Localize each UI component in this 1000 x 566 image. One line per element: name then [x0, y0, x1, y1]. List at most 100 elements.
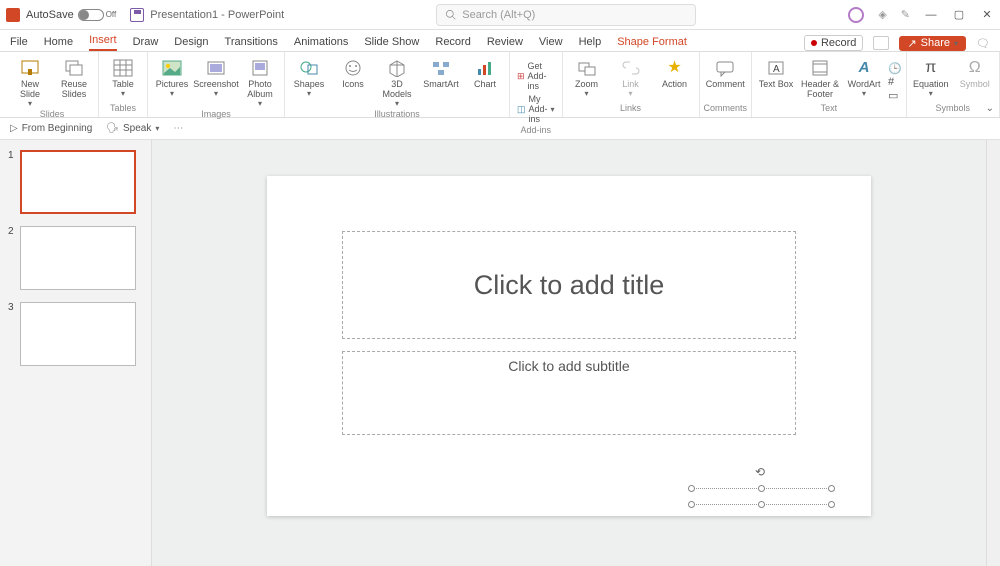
- search-input[interactable]: Search (Alt+Q): [436, 4, 696, 26]
- record-label: Record: [821, 37, 856, 49]
- link-button[interactable]: Link▾: [611, 58, 651, 99]
- action-button[interactable]: ★Action: [655, 58, 695, 90]
- reuse-slides-button[interactable]: Reuse Slides: [54, 58, 94, 100]
- shapes-button[interactable]: Shapes▾: [289, 58, 329, 99]
- slides-panel: 1 2 3: [0, 140, 152, 566]
- equation-button[interactable]: πEquation▾: [911, 58, 951, 99]
- slide-thumb-2[interactable]: 2: [8, 226, 143, 290]
- screenshot-button[interactable]: Screenshot▾: [196, 58, 236, 99]
- title-placeholder[interactable]: Click to add title: [342, 231, 796, 339]
- comments-toggle-icon[interactable]: [873, 36, 889, 50]
- comment-button[interactable]: Comment: [705, 58, 745, 90]
- addins-icon: ◫: [517, 104, 526, 115]
- my-addins-button[interactable]: ◫My Add-ins▾: [514, 93, 558, 125]
- document-title: Presentation1 - PowerPoint: [150, 9, 284, 21]
- autosave-state: Off: [106, 10, 117, 19]
- header-footer-button[interactable]: Header & Footer: [800, 58, 840, 100]
- speak-icon: 🗣: [106, 123, 119, 134]
- group-images: Pictures▾ Screenshot▾ Photo Album▾ Image…: [148, 52, 285, 117]
- object-icon[interactable]: ▭: [888, 89, 902, 102]
- photo-album-button[interactable]: Photo Album▾: [240, 58, 280, 109]
- wordart-button[interactable]: AWordArt▾: [844, 58, 884, 99]
- tab-review[interactable]: Review: [487, 36, 523, 51]
- vertical-scrollbar[interactable]: [986, 140, 1000, 566]
- resize-handle[interactable]: [828, 485, 835, 492]
- tab-record[interactable]: Record: [435, 36, 470, 51]
- resize-handle[interactable]: [688, 501, 695, 508]
- resize-handle[interactable]: [758, 501, 765, 508]
- icons-button[interactable]: Icons: [333, 58, 373, 90]
- tab-view[interactable]: View: [539, 36, 563, 51]
- resize-handle[interactable]: [828, 501, 835, 508]
- tab-insert[interactable]: Insert: [89, 34, 117, 51]
- play-icon: ▷: [10, 123, 18, 134]
- thumb-canvas: [20, 226, 136, 290]
- group-text: AText Box Header & Footer AWordArt▾ 🕒 # …: [752, 52, 907, 117]
- avatar-icon[interactable]: [848, 7, 864, 23]
- chart-button[interactable]: Chart: [465, 58, 505, 90]
- date-time-icon[interactable]: 🕒: [888, 62, 902, 75]
- minimize-button[interactable]: —: [924, 8, 938, 22]
- toggle-track: [78, 9, 104, 21]
- tab-transitions[interactable]: Transitions: [225, 36, 278, 51]
- resize-handle[interactable]: [758, 485, 765, 492]
- share-icon: ↗: [907, 37, 916, 50]
- tab-help[interactable]: Help: [579, 36, 602, 51]
- from-beginning-button[interactable]: ▷ From Beginning: [10, 123, 92, 134]
- get-addins-button[interactable]: ⊞Get Add-ins: [514, 60, 558, 92]
- tab-file[interactable]: File: [10, 36, 28, 51]
- pi-icon: π: [925, 59, 936, 77]
- ribbon: New Slide▾ Reuse Slides Slides Table▾ Ta…: [0, 52, 1000, 118]
- main-area: 1 2 3 Click to add title Click to add su…: [0, 140, 1000, 566]
- save-icon[interactable]: [130, 8, 144, 22]
- comment-pane-icon[interactable]: 🗨: [976, 37, 990, 50]
- tab-slideshow[interactable]: Slide Show: [364, 36, 419, 51]
- store-icon: ⊞: [517, 71, 525, 82]
- subtitle-placeholder[interactable]: Click to add subtitle: [342, 351, 796, 435]
- zoom-button[interactable]: Zoom▾: [567, 58, 607, 99]
- slide[interactable]: Click to add title Click to add subtitle…: [267, 176, 871, 516]
- tab-animations[interactable]: Animations: [294, 36, 348, 51]
- wordart-icon: A: [859, 60, 870, 77]
- svg-text:A: A: [773, 64, 780, 75]
- share-button[interactable]: ↗ Share ▾: [899, 36, 966, 51]
- overflow-menu-icon[interactable]: ⋯: [173, 123, 183, 134]
- table-button[interactable]: Table▾: [103, 58, 143, 99]
- tab-home[interactable]: Home: [44, 36, 73, 51]
- record-button[interactable]: Record: [804, 35, 863, 51]
- omega-icon: Ω: [969, 59, 981, 77]
- 3d-models-button[interactable]: 3D Models▾: [377, 58, 417, 109]
- diamond-icon[interactable]: ◈: [878, 8, 886, 21]
- resize-handle[interactable]: [688, 485, 695, 492]
- slide-canvas-area[interactable]: Click to add title Click to add subtitle…: [152, 140, 986, 566]
- slide-thumb-1[interactable]: 1: [8, 150, 143, 214]
- new-slide-button[interactable]: New Slide▾: [10, 58, 50, 109]
- slide-number-icon[interactable]: #: [888, 76, 902, 88]
- ribbon-tabs: File Home Insert Draw Design Transitions…: [0, 30, 1000, 52]
- autosave-label: AutoSave: [26, 9, 74, 21]
- tab-design[interactable]: Design: [174, 36, 208, 51]
- pictures-button[interactable]: Pictures▾: [152, 58, 192, 99]
- collapse-ribbon-icon[interactable]: ⌄: [986, 103, 994, 114]
- tab-shape-format[interactable]: Shape Format: [617, 36, 687, 51]
- speak-button[interactable]: 🗣 Speak ▾: [106, 123, 159, 134]
- autosave-toggle[interactable]: AutoSave Off: [26, 9, 116, 21]
- powerpoint-logo-icon: [6, 8, 20, 22]
- maximize-button[interactable]: ▢: [952, 8, 966, 22]
- titlebar-right: ◈ ✎ — ▢ ✕: [848, 7, 994, 23]
- text-box-button[interactable]: AText Box: [756, 58, 796, 90]
- smartart-button[interactable]: SmartArt: [421, 58, 461, 90]
- close-button[interactable]: ✕: [980, 8, 994, 22]
- symbol-button[interactable]: ΩSymbol: [955, 58, 995, 90]
- slide-thumb-3[interactable]: 3: [8, 302, 143, 366]
- star-icon: ★: [667, 59, 681, 77]
- group-tables: Table▾ Tables: [99, 52, 148, 117]
- selected-shape[interactable]: ⟲: [691, 488, 831, 504]
- group-addins: ⊞Get Add-ins ◫My Add-ins▾ Add-ins: [510, 52, 563, 117]
- tab-draw[interactable]: Draw: [133, 36, 159, 51]
- sub-toolbar: ▷ From Beginning 🗣 Speak ▾ ⋯: [0, 118, 1000, 140]
- group-comments: Comment Comments: [700, 52, 753, 117]
- group-links: Zoom▾ Link▾ ★Action Links: [563, 52, 700, 117]
- pen-icon[interactable]: ✎: [901, 8, 910, 21]
- rotate-handle-icon[interactable]: ⟲: [755, 465, 765, 475]
